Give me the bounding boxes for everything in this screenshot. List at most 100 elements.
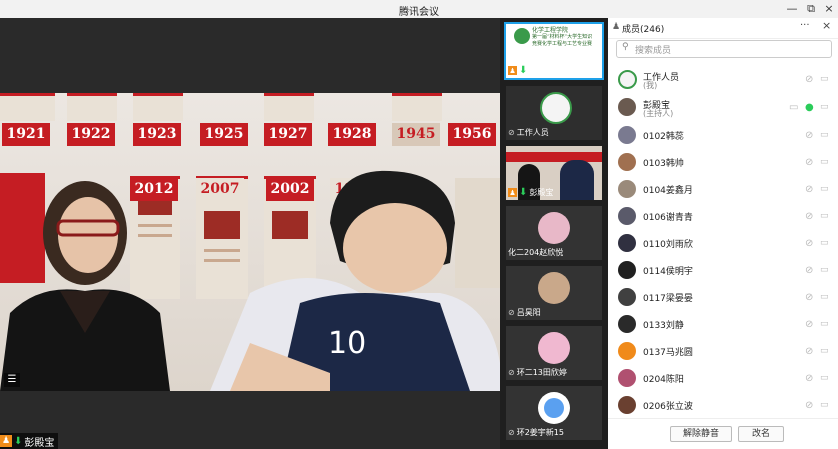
mic-off-icon[interactable]: ⊘: [805, 373, 813, 384]
member-row[interactable]: 0110刘雨欣 ⊘ ▭: [608, 230, 838, 256]
year-card: 1921: [2, 123, 50, 146]
camera-off-icon[interactable]: ▭: [820, 184, 829, 194]
avatar: [618, 288, 636, 306]
avatar: [618, 342, 636, 360]
speaker-woman: [0, 181, 170, 391]
panel-close-button[interactable]: ×: [822, 19, 831, 32]
panel-footer: 解除静音 改名: [608, 418, 838, 449]
member-row[interactable]: 0114侯明宇 ⊘ ▭: [608, 257, 838, 283]
year-card: 1928: [328, 123, 376, 146]
school-logo-icon: [540, 92, 572, 124]
mic-on-icon: ⬇: [14, 435, 23, 447]
members-title: 成员(246): [622, 25, 665, 35]
member-row[interactable]: 0133刘静 ⊘ ▭: [608, 311, 838, 337]
speaker-name-tag: ♟ ⬇ 彭殿宝: [0, 433, 59, 449]
member-row[interactable]: 0117梁晏晏 ⊘ ▭: [608, 284, 838, 310]
avatar: [618, 180, 636, 198]
mic-off-icon[interactable]: ⊘: [805, 400, 813, 411]
participant-avatar: [538, 212, 570, 244]
avatar: [618, 98, 636, 116]
avatar: [618, 70, 637, 89]
camera-off-icon[interactable]: ▭: [820, 157, 829, 167]
camera-off-icon[interactable]: ▭: [820, 346, 829, 356]
tile-screen-share[interactable]: 化学工程学院 第一届“材料杯”大学生知识 竞赛化学工程与工艺专业赛 ♟ ⬇ 彭殿宝的…: [504, 22, 604, 80]
mic-off-icon: ⊘: [508, 368, 515, 377]
members-icon: ♟: [612, 22, 621, 32]
year-card: 1925: [200, 123, 248, 146]
main-video-stage[interactable]: 1921 1922 1923 1925 1927 1928 1945 1956 …: [0, 18, 500, 449]
host-icon: ♟: [508, 188, 517, 197]
tile-participant[interactable]: ⊘ 环2姜宇新15: [506, 386, 602, 440]
search-input[interactable]: ⚲ 搜索成员: [616, 40, 832, 58]
year-card: 1923: [133, 123, 181, 146]
tile-staff[interactable]: ⊘ 工作人员: [506, 86, 602, 140]
member-row[interactable]: 0104姜鑫月 ⊘ ▭: [608, 176, 838, 202]
avatar: [618, 126, 636, 144]
camera-off-icon[interactable]: ▭: [820, 211, 829, 221]
camera-off-icon[interactable]: ▭: [820, 400, 829, 410]
camera-off-icon[interactable]: ▭: [820, 130, 829, 140]
mic-off-icon[interactable]: ⊘: [805, 130, 813, 141]
camera-off-icon[interactable]: ▭: [820, 373, 829, 383]
search-icon: ⚲: [622, 42, 629, 52]
camera-off-icon[interactable]: ▭: [820, 102, 829, 112]
mic-off-icon[interactable]: ⊘: [805, 238, 813, 249]
camera-off-icon[interactable]: ▭: [820, 319, 829, 329]
camera-off-icon[interactable]: ▭: [820, 74, 829, 84]
close-button[interactable]: ×: [822, 2, 836, 16]
minimize-button[interactable]: —: [785, 2, 799, 16]
restore-button[interactable]: ⧉: [804, 2, 818, 16]
window-title: 腾讯会议: [399, 7, 439, 18]
mic-off-icon[interactable]: ⊘: [805, 265, 813, 276]
mic-off-icon[interactable]: ⊘: [805, 211, 813, 222]
mic-on-icon[interactable]: ●: [805, 102, 814, 113]
avatar: [618, 396, 636, 414]
rename-button[interactable]: 改名: [738, 426, 784, 442]
mic-off-icon[interactable]: ⊘: [805, 74, 813, 85]
title-bar: 腾讯会议 — ⧉ ×: [0, 0, 838, 19]
member-row[interactable]: 彭殿宝 (主持人) ▭ ● ▭: [608, 94, 838, 120]
avatar: [618, 369, 636, 387]
participant-avatar: [538, 332, 570, 364]
mic-off-icon[interactable]: ⊘: [805, 184, 813, 195]
year-card: 1922: [67, 123, 115, 146]
avatar: [618, 207, 636, 225]
screen-share-icon: ▭: [789, 102, 799, 113]
svg-text:10: 10: [328, 326, 366, 361]
members-panel: ♟ 成员(246) ··· × ⚲ 搜索成员 工作人员 (我) ⊘ ▭ 彭殿宝 (…: [608, 18, 838, 449]
mic-off-icon[interactable]: ⊘: [805, 346, 813, 357]
member-row[interactable]: 0204陈阳 ⊘ ▭: [608, 365, 838, 391]
mic-off-icon: ⊘: [508, 428, 515, 437]
camera-off-icon[interactable]: ▭: [820, 265, 829, 275]
tile-host-video[interactable]: ♟ ⬇ 彭殿宝: [506, 146, 602, 200]
camera-off-icon[interactable]: ▭: [820, 292, 829, 302]
mic-on-icon: ⬇: [519, 187, 528, 198]
unmute-all-button[interactable]: 解除静音: [670, 426, 732, 442]
avatar: [618, 234, 636, 252]
mic-off-icon[interactable]: ⊘: [805, 319, 813, 330]
year-card: 1927: [264, 123, 312, 146]
member-row[interactable]: 工作人员 (我) ⊘ ▭: [608, 66, 838, 92]
participant-avatar: [538, 272, 570, 304]
avatar: [618, 315, 636, 333]
member-row[interactable]: 0206张立波 ⊘ ▭: [608, 392, 838, 418]
tile-participant[interactable]: 化二204赵欣悦: [506, 206, 602, 260]
tile-participant[interactable]: ⊘ 吕昊阳: [506, 266, 602, 320]
host-icon: ♟: [508, 66, 517, 75]
member-row[interactable]: 0103韩帅 ⊘ ▭: [608, 149, 838, 175]
year-card: 1945: [392, 123, 440, 146]
list-icon[interactable]: ☰: [4, 373, 20, 387]
mic-on-icon: ⬇: [519, 65, 528, 76]
year-card: 1956: [448, 123, 496, 146]
more-button[interactable]: ···: [800, 20, 810, 31]
video-strip[interactable]: 化学工程学院 第一届“材料杯”大学生知识 竞赛化学工程与工艺专业赛 ♟ ⬇ 彭殿宝的…: [500, 18, 608, 449]
tile-participant[interactable]: ⊘ 环二13田欣婷: [506, 326, 602, 380]
camera-off-icon[interactable]: ▭: [820, 238, 829, 248]
mic-off-icon[interactable]: ⊘: [805, 157, 813, 168]
host-icon: ♟: [0, 435, 12, 447]
member-row[interactable]: 0102韩蕊 ⊘ ▭: [608, 122, 838, 148]
avatar: [618, 261, 636, 279]
member-row[interactable]: 0106谢青青 ⊘ ▭: [608, 203, 838, 229]
member-row[interactable]: 0137马兆圆 ⊘ ▭: [608, 338, 838, 364]
mic-off-icon[interactable]: ⊘: [805, 292, 813, 303]
